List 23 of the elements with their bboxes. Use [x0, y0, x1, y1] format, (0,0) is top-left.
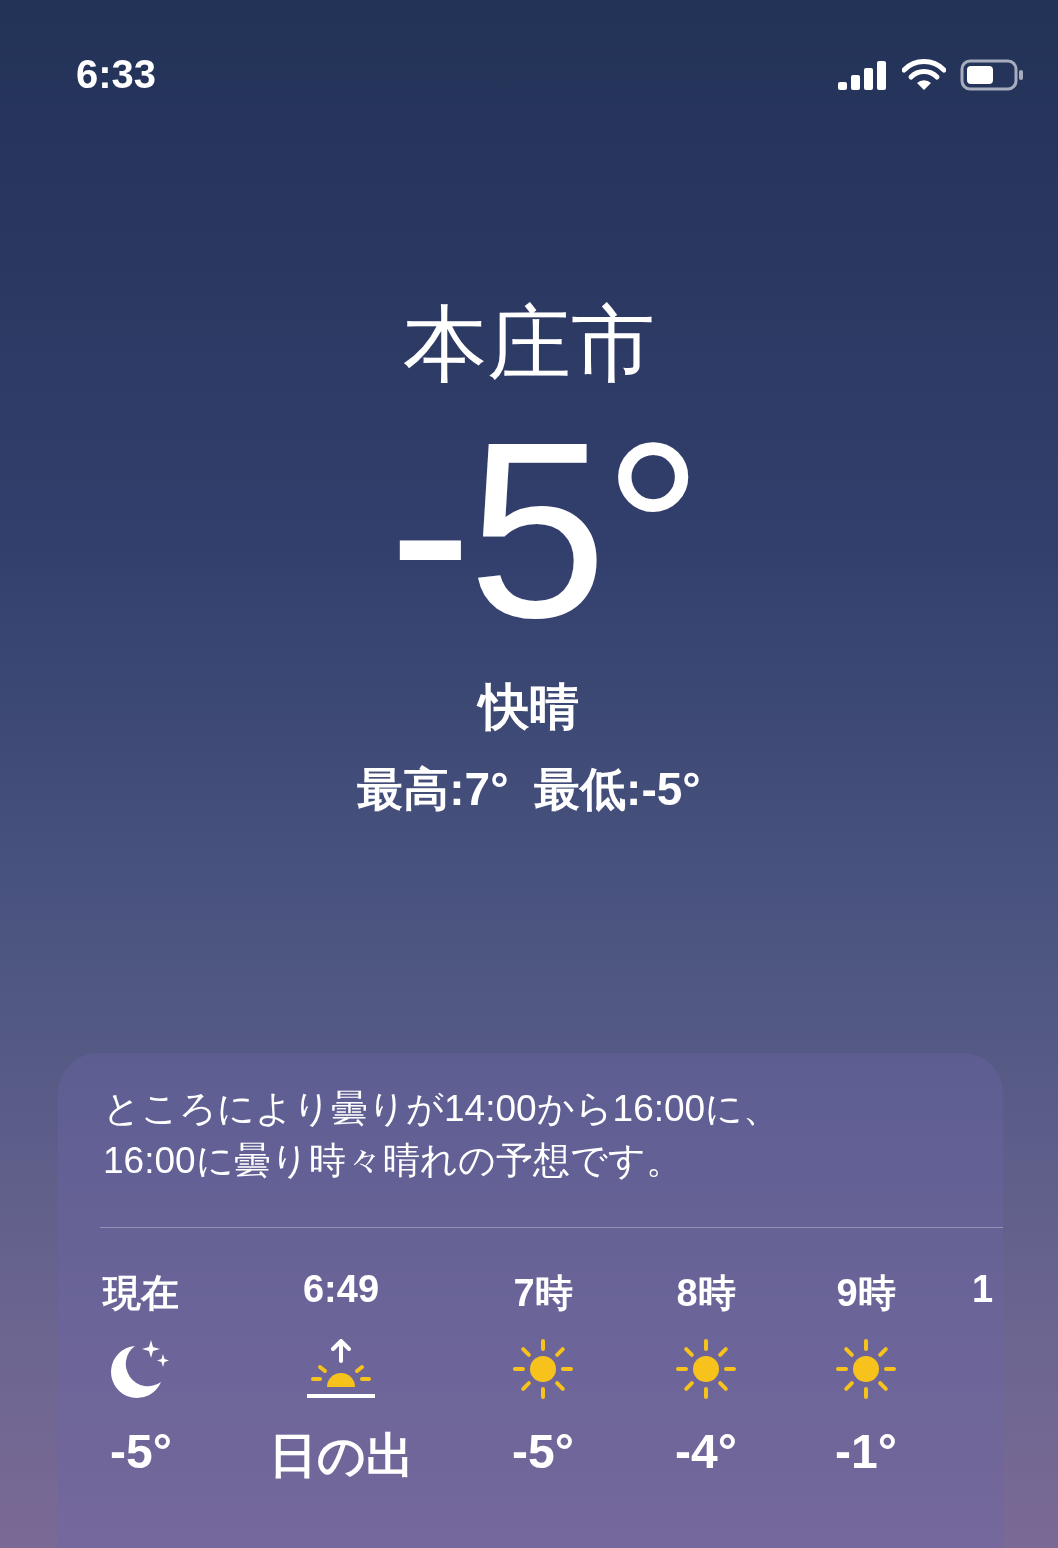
status-time: 6:33 [76, 52, 157, 97]
signal-icon [838, 59, 888, 90]
hour-temperature: 日の出 [268, 1428, 414, 1484]
current-temperature: -5° [387, 406, 700, 656]
hour-temperature: -5° [110, 1424, 172, 1479]
sun-icon [675, 1338, 737, 1400]
hour-temperature: -5° [512, 1424, 574, 1479]
forecast-summary: ところにより曇りが14:00から16:00に、16:00に曇り時々晴れの予想です。 [103, 1087, 782, 1183]
hour-label: 7時 [513, 1271, 573, 1314]
hour-label: 6:49 [302, 1268, 380, 1312]
hour-label: 9時 [836, 1271, 896, 1314]
hour-label: 1 [972, 1268, 994, 1312]
battery-icon [960, 58, 1024, 91]
sun-icon [835, 1338, 897, 1400]
city-name: 本庄市 [403, 302, 655, 386]
hour-temperature: -4° [675, 1424, 737, 1479]
sun-icon [512, 1338, 574, 1400]
high-low-temperature: 最高:7° 最低:-5° [357, 762, 701, 817]
hour-temperature: -1° [835, 1424, 897, 1479]
hour-label: 8時 [676, 1271, 736, 1314]
sunrise-icon [305, 1339, 377, 1399]
wifi-icon [902, 58, 946, 91]
hour-label: 現在 [103, 1271, 179, 1314]
